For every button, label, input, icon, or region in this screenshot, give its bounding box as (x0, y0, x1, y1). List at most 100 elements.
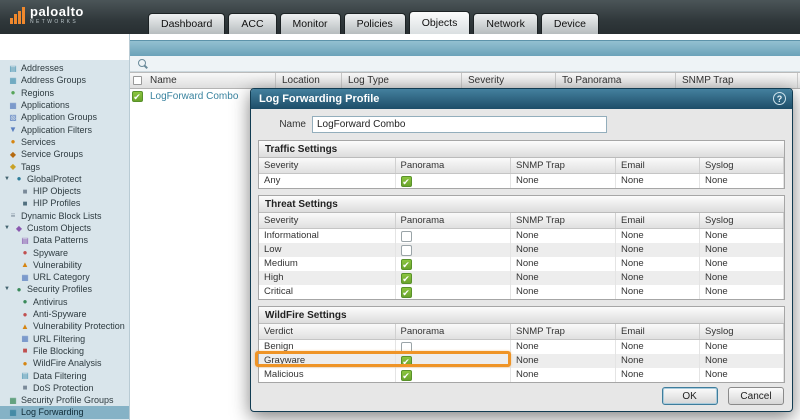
snmp-trap-cell[interactable]: None (511, 354, 616, 368)
sidebar-item-vulnerability[interactable]: ▲Vulnerability (0, 259, 129, 271)
sidebar-item-dynamic-block-lists[interactable]: ≡Dynamic Block Lists (0, 210, 129, 222)
sidebar-item-vulnerability-protection[interactable]: ▲Vulnerability Protection (0, 320, 129, 332)
column-header-name[interactable]: Name (144, 73, 276, 88)
snmp-trap-cell[interactable]: None (511, 174, 616, 188)
column-header-snmp-trap[interactable]: SNMP Trap (676, 73, 798, 88)
setting-row-high[interactable]: High✔NoneNoneNone (259, 271, 784, 285)
syslog-cell[interactable]: None (700, 354, 784, 368)
column-header-location[interactable]: Location (276, 73, 342, 88)
url-category-icon: ▦ (20, 273, 30, 282)
email-cell[interactable]: None (616, 285, 700, 299)
row-checkbox[interactable]: ✔ (132, 91, 143, 102)
syslog-cell[interactable]: None (700, 243, 784, 257)
tab-policies[interactable]: Policies (344, 13, 406, 34)
sidebar-item-applications[interactable]: ▦Applications (0, 99, 129, 111)
snmp-trap-cell[interactable]: None (511, 243, 616, 257)
sidebar-item-data-patterns[interactable]: ▤Data Patterns (0, 234, 129, 246)
expand-arrow-icon[interactable]: ▼ (3, 225, 11, 231)
panorama-checkbox[interactable]: ✔ (401, 273, 412, 284)
sidebar-item-wildfire-analysis[interactable]: ●WildFire Analysis (0, 357, 129, 369)
syslog-cell[interactable]: None (700, 229, 784, 243)
sidebar-item-spyware[interactable]: ●Spyware (0, 246, 129, 258)
sidebar-item-security-profiles[interactable]: ▼●Security Profiles (0, 283, 129, 295)
panorama-checkbox[interactable] (401, 342, 412, 353)
sidebar-item-services[interactable]: ●Services (0, 136, 129, 148)
email-cell[interactable]: None (616, 257, 700, 271)
expand-arrow-icon[interactable]: ▼ (3, 176, 11, 182)
email-cell[interactable]: None (616, 271, 700, 285)
setting-row-grayware[interactable]: Grayware✔NoneNoneNone (259, 354, 784, 368)
data-filtering-icon: ▤ (20, 371, 30, 380)
syslog-cell[interactable]: None (700, 257, 784, 271)
snmp-trap-cell[interactable]: None (511, 229, 616, 243)
panorama-checkbox[interactable] (401, 231, 412, 242)
cancel-button[interactable]: Cancel (728, 387, 784, 405)
sidebar-item-dos-protection[interactable]: ■DoS Protection (0, 382, 129, 394)
sidebar-item-data-filtering[interactable]: ▤Data Filtering (0, 369, 129, 381)
setting-row-any[interactable]: Any✔NoneNoneNone (259, 174, 784, 188)
tab-acc[interactable]: ACC (228, 13, 276, 34)
syslog-cell[interactable]: None (700, 368, 784, 382)
sidebar-item-file-blocking[interactable]: ■File Blocking (0, 345, 129, 357)
nav-tabs: DashboardACCMonitorPoliciesObjectsNetwor… (148, 11, 602, 34)
sidebar-item-addresses[interactable]: ▤Addresses (0, 62, 129, 74)
setting-row-informational[interactable]: InformationalNoneNoneNone (259, 229, 784, 243)
syslog-cell[interactable]: None (700, 174, 784, 188)
sidebar-item-anti-spyware[interactable]: ●Anti-Spyware (0, 308, 129, 320)
profile-name-input[interactable] (312, 116, 607, 133)
sidebar-item-custom-objects[interactable]: ▼◆Custom Objects (0, 222, 129, 234)
panorama-checkbox[interactable] (401, 245, 412, 256)
syslog-cell[interactable]: None (700, 271, 784, 285)
snmp-trap-cell[interactable]: None (511, 285, 616, 299)
panorama-checkbox[interactable]: ✔ (401, 259, 412, 270)
setting-row-benign[interactable]: BenignNoneNoneNone (259, 340, 784, 354)
email-cell[interactable]: None (616, 368, 700, 382)
select-all-checkbox[interactable] (133, 76, 142, 85)
snmp-trap-cell[interactable]: None (511, 340, 616, 354)
sidebar-item-hip-objects[interactable]: ■HIP Objects (0, 185, 129, 197)
search-icon[interactable] (138, 59, 148, 69)
sidebar-item-url-filtering[interactable]: ▦URL Filtering (0, 333, 129, 345)
sidebar-item-application-filters[interactable]: ▼Application Filters (0, 123, 129, 135)
sidebar-item-application-groups[interactable]: ▧Application Groups (0, 111, 129, 123)
panorama-checkbox[interactable]: ✔ (401, 356, 412, 367)
sidebar-item-security-profile-groups[interactable]: ▦Security Profile Groups (0, 394, 129, 406)
panorama-checkbox[interactable]: ✔ (401, 370, 412, 381)
sidebar-item-globalprotect[interactable]: ▼●GlobalProtect (0, 173, 129, 185)
email-cell[interactable]: None (616, 229, 700, 243)
syslog-cell[interactable]: None (700, 285, 784, 299)
column-header-to-panorama[interactable]: To Panorama (556, 73, 676, 88)
tab-dashboard[interactable]: Dashboard (148, 13, 225, 34)
panorama-checkbox[interactable]: ✔ (401, 287, 412, 298)
tab-network[interactable]: Network (473, 13, 538, 34)
column-header-log-type[interactable]: Log Type (342, 73, 462, 88)
setting-row-medium[interactable]: Medium✔NoneNoneNone (259, 257, 784, 271)
help-icon[interactable]: ? (773, 92, 786, 105)
sidebar-item-service-groups[interactable]: ◆Service Groups (0, 148, 129, 160)
sidebar-item-regions[interactable]: ●Regions (0, 87, 129, 99)
syslog-cell[interactable]: None (700, 340, 784, 354)
snmp-trap-cell[interactable]: None (511, 257, 616, 271)
email-cell[interactable]: None (616, 243, 700, 257)
sidebar-item-url-category[interactable]: ▦URL Category (0, 271, 129, 283)
tab-device[interactable]: Device (541, 13, 599, 34)
panorama-checkbox[interactable]: ✔ (401, 176, 412, 187)
sidebar-item-antivirus[interactable]: ●Antivirus (0, 296, 129, 308)
sidebar-item-address-groups[interactable]: ▦Address Groups (0, 74, 129, 86)
expand-arrow-icon[interactable]: ▼ (3, 286, 11, 292)
sidebar-item-tags[interactable]: ◆Tags (0, 160, 129, 172)
column-header-severity[interactable]: Severity (462, 73, 556, 88)
snmp-trap-cell[interactable]: None (511, 368, 616, 382)
email-cell[interactable]: None (616, 354, 700, 368)
email-cell[interactable]: None (616, 174, 700, 188)
setting-row-low[interactable]: LowNoneNoneNone (259, 243, 784, 257)
email-cell[interactable]: None (616, 340, 700, 354)
ok-button[interactable]: OK (662, 387, 718, 405)
sidebar-item-hip-profiles[interactable]: ■HIP Profiles (0, 197, 129, 209)
sidebar-item-log-forwarding[interactable]: ▦Log Forwarding (0, 406, 129, 418)
tab-monitor[interactable]: Monitor (280, 13, 341, 34)
setting-row-critical[interactable]: Critical✔NoneNoneNone (259, 285, 784, 299)
snmp-trap-cell[interactable]: None (511, 271, 616, 285)
setting-row-malicious[interactable]: Malicious✔NoneNoneNone (259, 368, 784, 382)
tab-objects[interactable]: Objects (409, 11, 471, 34)
